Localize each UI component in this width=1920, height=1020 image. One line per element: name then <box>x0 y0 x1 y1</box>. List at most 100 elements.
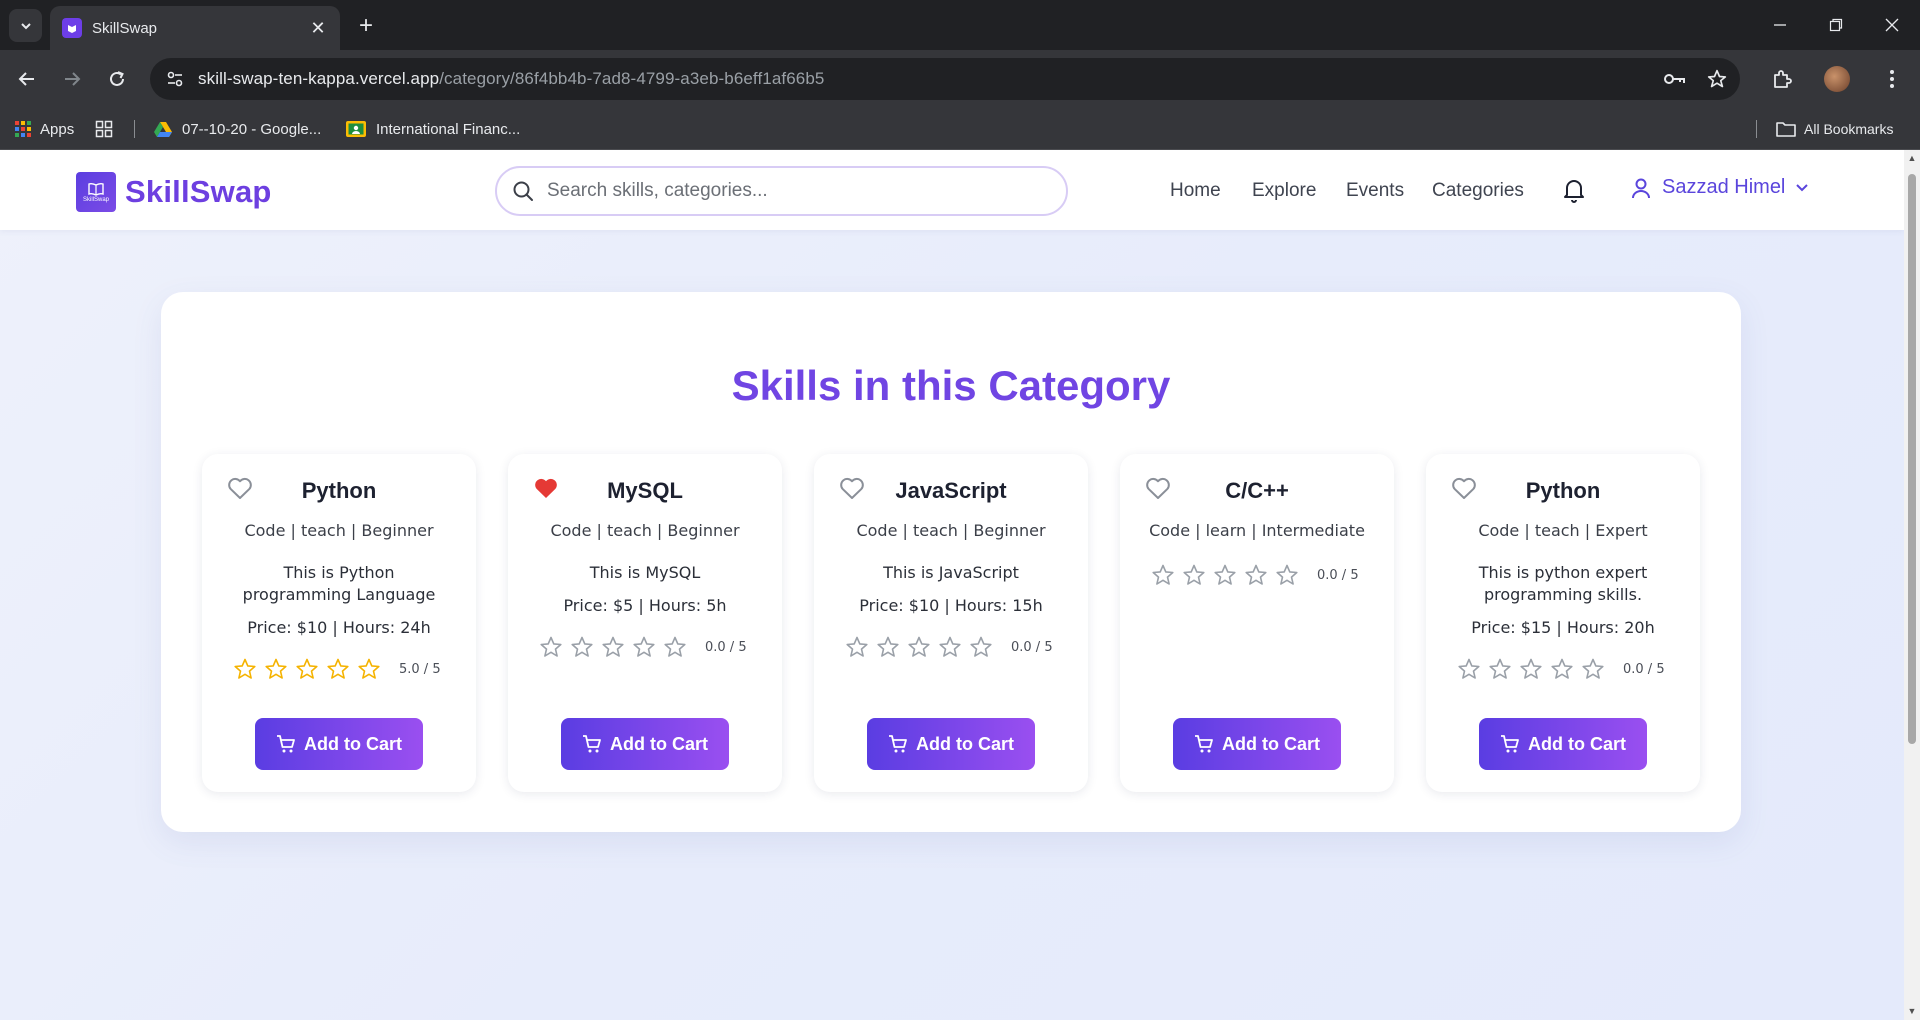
skill-price-hours: Price: $10 | Hours: 24h <box>247 618 431 637</box>
rating-value: 0.0 / 5 <box>705 639 747 655</box>
bookmark-tab-groups[interactable] <box>95 116 113 142</box>
nav-categories[interactable]: Categories <box>1432 180 1524 202</box>
site-info-icon[interactable] <box>162 66 188 92</box>
extensions-button[interactable] <box>1765 62 1799 96</box>
add-to-cart-button[interactable]: Add to Cart <box>1479 718 1647 770</box>
add-to-cart-label: Add to Cart <box>916 733 1014 754</box>
url-text: skill-swap-ten-kappa.vercel.app/category… <box>198 69 824 89</box>
new-tab-button[interactable]: + <box>352 12 380 40</box>
reload-button[interactable] <box>100 62 134 96</box>
star-icon[interactable] <box>1580 657 1605 682</box>
restore-button[interactable] <box>1808 0 1864 50</box>
url-path: /category/86f4bb4b-7ad8-4799-a3eb-b6eff1… <box>439 69 825 88</box>
skill-name: JavaScript <box>895 478 1007 503</box>
apps-grid-icon <box>15 121 31 137</box>
star-icon[interactable] <box>294 657 319 682</box>
star-icon[interactable] <box>968 635 993 660</box>
site-logo[interactable]: SkillSwap SkillSwap <box>76 172 272 212</box>
close-window-button[interactable] <box>1864 0 1920 50</box>
bookmarks-bar: Apps 07--10-20 - Google... International… <box>0 108 1920 150</box>
star-icon[interactable] <box>263 657 288 682</box>
bookmark-classroom[interactable]: International Financ... <box>346 116 520 142</box>
skill-card: MySQL Code | teach | Beginner This is My… <box>508 454 782 792</box>
skill-price-hours: Price: $10 | Hours: 15h <box>859 596 1043 615</box>
add-to-cart-button[interactable]: Add to Cart <box>255 718 423 770</box>
book-icon <box>88 182 104 196</box>
rating-value: 0.0 / 5 <box>1011 639 1053 655</box>
star-icon[interactable] <box>1274 563 1299 588</box>
site-header: SkillSwap SkillSwap Home Explore Events … <box>0 150 1904 230</box>
add-to-cart-button[interactable]: Add to Cart <box>867 718 1035 770</box>
more-vertical-icon <box>1890 70 1894 88</box>
nav-events[interactable]: Events <box>1346 180 1404 202</box>
star-rating: 0.0 / 5 <box>1456 656 1676 682</box>
search-input[interactable] <box>547 180 1047 202</box>
star-icon[interactable] <box>569 635 594 660</box>
star-icon[interactable] <box>937 635 962 660</box>
star-icon[interactable] <box>1456 657 1481 682</box>
brand-name: SkillSwap <box>125 174 272 209</box>
close-tab-icon[interactable]: ✕ <box>308 18 328 39</box>
star-icon[interactable] <box>1212 563 1237 588</box>
star-icon[interactable] <box>325 657 350 682</box>
bookmark-label: Apps <box>40 120 75 138</box>
minimize-button[interactable] <box>1752 0 1808 50</box>
star-icon[interactable] <box>232 657 257 682</box>
star-icon[interactable] <box>906 635 931 660</box>
tab-title: SkillSwap <box>92 19 158 37</box>
scroll-down-arrow-icon[interactable]: ▼ <box>1907 1006 1917 1016</box>
profile-button[interactable] <box>1820 62 1854 96</box>
scrollbar-thumb[interactable] <box>1908 174 1916 744</box>
star-rating: 0.0 / 5 <box>538 634 758 660</box>
star-icon[interactable] <box>1243 563 1268 588</box>
star-icon[interactable] <box>600 635 625 660</box>
url-host: skill-swap-ten-kappa.vercel.app <box>198 69 440 88</box>
notifications-button[interactable] <box>1560 176 1588 204</box>
skill-name: C/C++ <box>1225 478 1289 503</box>
reload-icon <box>110 71 124 86</box>
close-icon <box>1885 18 1899 32</box>
star-icon[interactable] <box>356 657 381 682</box>
address-bar[interactable]: skill-swap-ten-kappa.vercel.app/category… <box>150 58 1740 100</box>
bookmark-star-icon[interactable] <box>1700 62 1734 96</box>
forward-button[interactable] <box>55 62 89 96</box>
star-icon[interactable] <box>1549 657 1574 682</box>
skill-description: This is python expert programming skills… <box>1478 563 1648 604</box>
star-icon[interactable] <box>1487 657 1512 682</box>
back-button[interactable] <box>10 62 44 96</box>
page-scrollbar[interactable]: ▲ ▼ <box>1904 150 1920 1020</box>
star-icon[interactable] <box>631 635 656 660</box>
star-icon[interactable] <box>662 635 687 660</box>
all-bookmarks-button[interactable]: All Bookmarks <box>1776 116 1893 142</box>
cart-icon <box>888 734 908 754</box>
chrome-menu-button[interactable] <box>1875 62 1909 96</box>
search-icon <box>511 179 535 203</box>
bookmark-google-drive[interactable]: 07--10-20 - Google... <box>154 116 321 142</box>
logo-mark: SkillSwap <box>76 172 116 212</box>
password-key-icon[interactable] <box>1658 62 1692 96</box>
logo-caption: SkillSwap <box>82 196 109 203</box>
star-rating: 0.0 / 5 <box>844 634 1064 660</box>
star-icon[interactable] <box>1181 563 1206 588</box>
tab-search-button[interactable] <box>9 9 42 42</box>
skill-card: Python Code | teach | Expert This is pyt… <box>1426 454 1700 792</box>
star-icon[interactable] <box>875 635 900 660</box>
user-menu[interactable]: Sazzad Himel <box>1630 176 1809 199</box>
bookmark-apps[interactable]: Apps <box>14 116 74 142</box>
search-box[interactable] <box>495 166 1068 216</box>
nav-explore[interactable]: Explore <box>1252 180 1316 202</box>
add-to-cart-button[interactable]: Add to Cart <box>1173 718 1341 770</box>
minimize-icon <box>1774 24 1786 26</box>
browser-tab-active[interactable]: SkillSwap ✕ <box>50 6 340 50</box>
star-icon[interactable] <box>1518 657 1543 682</box>
star-icon[interactable] <box>1150 563 1175 588</box>
all-bookmarks-label: All Bookmarks <box>1804 121 1894 137</box>
nav-home[interactable]: Home <box>1170 180 1221 202</box>
bell-icon <box>1564 180 1584 203</box>
add-to-cart-button[interactable]: Add to Cart <box>561 718 729 770</box>
star-icon[interactable] <box>538 635 563 660</box>
skill-meta: Code | learn | Intermediate <box>1149 521 1365 540</box>
star-icon[interactable] <box>844 635 869 660</box>
scroll-up-arrow-icon[interactable]: ▲ <box>1907 153 1917 163</box>
folder-icon <box>1776 122 1796 137</box>
